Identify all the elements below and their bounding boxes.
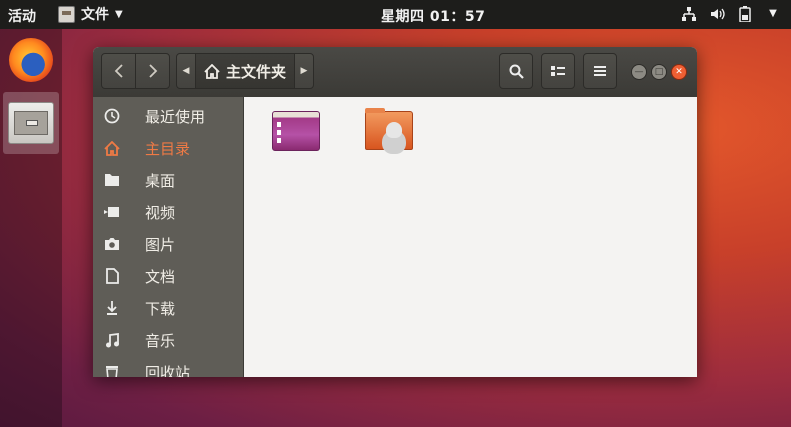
activities-button[interactable]: 活动 (8, 6, 36, 26)
maximize-button[interactable]: □ (651, 64, 667, 80)
path-scroll-left-button[interactable]: ◀ (176, 53, 196, 89)
search-icon (509, 64, 524, 79)
places-sidebar: 最近使用 主目录 桌面 视频 图片 文档 下载 音乐 回收站 (93, 97, 244, 377)
sidebar-item-label: 回收站 (145, 363, 191, 378)
files-icon (8, 102, 54, 144)
dock (0, 29, 62, 427)
sidebar-item-label: 桌面 (145, 171, 176, 190)
sidebar-item-pictures[interactable]: 图片 (93, 228, 243, 260)
sidebar-item-label: 主目录 (145, 139, 191, 158)
network-icon (681, 5, 697, 22)
system-tray[interactable]: ▼ (681, 5, 781, 22)
clock[interactable]: 星期四 01：57 (381, 6, 485, 26)
sidebar-item-documents[interactable]: 文档 (93, 260, 243, 292)
path-label: 主文件夹 (225, 62, 286, 81)
hamburger-icon (594, 66, 606, 76)
maximize-icon: □ (654, 67, 664, 77)
minimize-button[interactable]: — (631, 64, 647, 80)
menu-button[interactable] (583, 53, 617, 89)
sidebar-item-music[interactable]: 音乐 (93, 324, 243, 356)
sidebar-item-videos[interactable]: 视频 (93, 196, 243, 228)
firefox-icon (9, 38, 53, 82)
video-icon (103, 203, 121, 221)
forward-button[interactable] (135, 53, 170, 89)
dock-files[interactable] (3, 92, 59, 154)
sidebar-item-label: 最近使用 (145, 107, 206, 126)
chevron-down-icon: ▼ (115, 8, 123, 20)
camera-icon (103, 235, 121, 253)
files-app-icon (58, 5, 75, 23)
public-folder-icon[interactable] (365, 108, 413, 150)
app-menu-label: 文件 (81, 7, 109, 23)
document-icon (103, 267, 121, 285)
trash-icon (103, 363, 121, 377)
home-icon (204, 63, 220, 79)
close-button[interactable]: ✕ (671, 64, 687, 80)
home-icon (103, 139, 121, 157)
volume-icon (709, 5, 725, 22)
music-icon (103, 331, 121, 349)
file-manager-window: ◀ 主文件夹 ▶ — □ ✕ 最近使用 主目录 桌面 视频 图片 文档 下载 音… (93, 47, 697, 377)
file-view[interactable] (244, 97, 697, 377)
sidebar-item-label: 图片 (145, 235, 176, 254)
path-home-button[interactable]: 主文件夹 (195, 53, 295, 89)
battery-icon (737, 5, 753, 22)
sidebar-item-trash[interactable]: 回收站 (93, 356, 243, 377)
clock-icon (103, 107, 121, 125)
list-view-icon (551, 66, 565, 76)
desktop-folder-icon[interactable] (272, 111, 320, 151)
close-icon: ✕ (675, 67, 683, 77)
download-icon (103, 299, 121, 317)
dock-firefox[interactable] (3, 29, 59, 91)
sidebar-item-label: 文档 (145, 267, 176, 286)
dropdown-arrow-icon: ▼ (769, 8, 777, 19)
chevron-left-icon (114, 64, 123, 78)
app-menu-button[interactable]: 文件 ▼ (58, 4, 123, 24)
back-button[interactable] (101, 53, 136, 89)
sidebar-item-home[interactable]: 主目录 (93, 132, 243, 164)
view-toggle-button[interactable] (541, 53, 575, 89)
sidebar-item-label: 视频 (145, 203, 176, 222)
top-bar: 活动 文件 ▼ 星期四 01：57 ▼ (0, 0, 791, 29)
minimize-icon: — (634, 67, 644, 77)
sidebar-item-label: 音乐 (145, 331, 176, 350)
folder-icon (103, 171, 121, 189)
sidebar-item-recent[interactable]: 最近使用 (93, 100, 243, 132)
path-scroll-right-button[interactable]: ▶ (294, 53, 314, 89)
search-button[interactable] (499, 53, 533, 89)
header-bar: ◀ 主文件夹 ▶ — □ ✕ (93, 47, 697, 98)
sidebar-item-label: 下载 (145, 299, 176, 318)
chevron-right-icon (148, 64, 157, 78)
sidebar-item-desktop[interactable]: 桌面 (93, 164, 243, 196)
sidebar-item-downloads[interactable]: 下载 (93, 292, 243, 324)
